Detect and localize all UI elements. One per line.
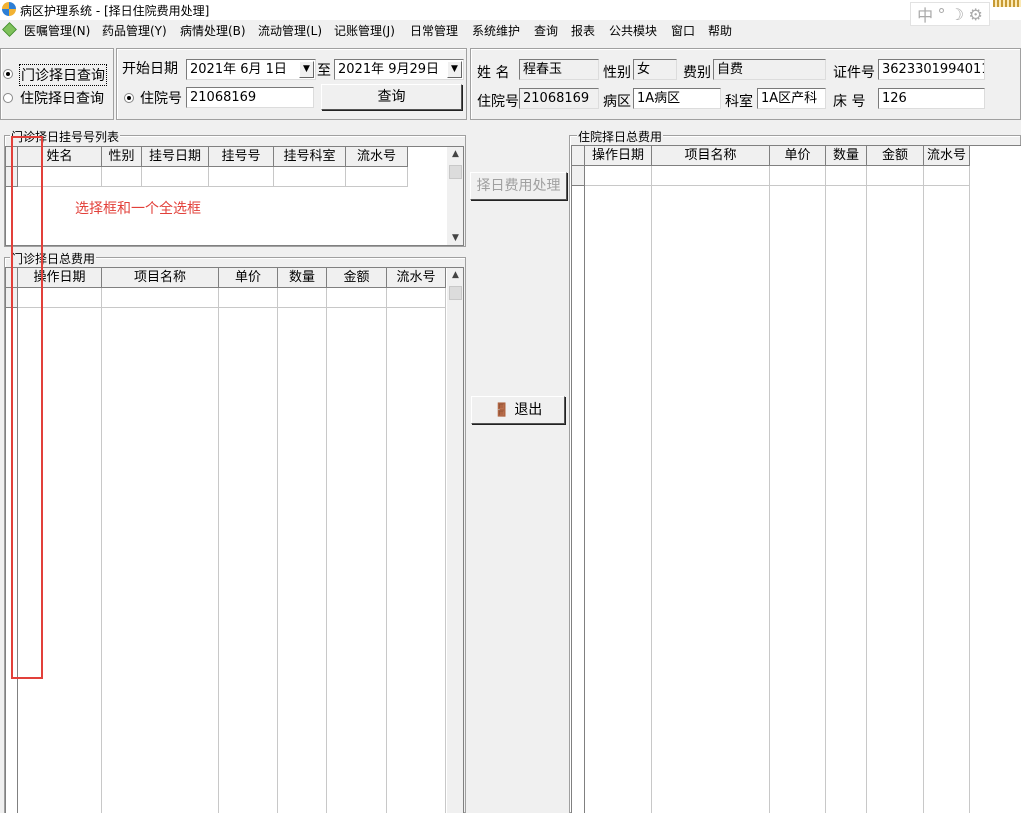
window-title: 病区护理系统 - [择日住院费用处理] (20, 4, 210, 18)
column-header-quantity[interactable]: 数量 (826, 146, 867, 166)
menu-daily[interactable]: 日常管理 (410, 22, 458, 39)
patient-admission-value: 21068169 (523, 91, 590, 106)
gender-value: 女 (637, 62, 651, 77)
dept-value: 1A区产科 (761, 91, 818, 106)
column-header-serial[interactable]: 流水号 (924, 146, 970, 166)
patient-name-field: 程春玉 (519, 59, 599, 80)
bed-label: 床 号 (833, 94, 866, 110)
column-header-amount[interactable]: 金额 (327, 268, 387, 288)
process-fees-button[interactable]: 择日费用处理 (470, 172, 567, 200)
annotation-highlight-box (11, 136, 43, 679)
inpatient-query-radio[interactable] (3, 93, 13, 103)
inpatient-fees-legend: 住院择日总费用 (577, 128, 664, 145)
outpatient-fees-scrollbar[interactable]: ▲ (447, 268, 463, 813)
patient-admission-label: 住院号 (477, 94, 519, 110)
ime-grip-handle[interactable] (993, 0, 1021, 7)
menu-report[interactable]: 报表 (571, 22, 595, 39)
column-header-item-name[interactable]: 项目名称 (102, 268, 219, 288)
end-date-picker[interactable]: 2021年 9月29日 (334, 59, 464, 80)
admission-no-value: 21068169 (190, 90, 257, 105)
menu-drugs[interactable]: 药品管理(Y) (102, 22, 167, 39)
outpatient-list-grid[interactable]: 姓名 性别 挂号日期 挂号号 挂号科室 流水号 ▲ ▼ (5, 146, 464, 246)
gender-label: 性别 (603, 65, 631, 81)
fee-type-label: 费别 (683, 65, 711, 81)
gender-field: 女 (633, 59, 677, 80)
bed-value: 126 (882, 91, 907, 106)
fee-type-field: 自费 (713, 59, 826, 80)
bed-field: 126 (878, 88, 985, 109)
menu-condition[interactable]: 病情处理(B) (180, 22, 246, 39)
ward-label: 病区 (603, 94, 631, 110)
end-date-value: 2021年 9月29日 (338, 62, 440, 77)
admission-no-input[interactable]: 21068169 (186, 87, 314, 108)
ward-value: 1A病区 (637, 91, 681, 106)
column-header-op-date[interactable]: 操作日期 (585, 146, 652, 166)
exit-door-icon: 🚪 (493, 403, 510, 418)
inpatient-fees-grid[interactable]: 操作日期 项目名称 单价 数量 金额 流水号 (571, 145, 1021, 813)
start-date-value: 2021年 6月 1日 (190, 62, 287, 77)
menu-query[interactable]: 查询 (534, 22, 558, 39)
column-header-reg-date[interactable]: 挂号日期 (142, 147, 209, 167)
scroll-up-icon[interactable]: ▲ (447, 149, 463, 159)
scroll-up-icon[interactable]: ▲ (447, 270, 463, 280)
scroll-down-icon[interactable]: ▼ (447, 233, 463, 243)
dept-label: 科室 (725, 94, 753, 110)
annotation-text: 选择框和一个全选框 (75, 201, 201, 217)
outpatient-list-scrollbar[interactable]: ▲ ▼ (447, 147, 463, 245)
ward-field: 1A病区 (633, 88, 721, 109)
outpatient-fees-grid[interactable]: 操作日期 项目名称 单价 数量 金额 流水号 ▲ (5, 267, 464, 813)
column-header-gender[interactable]: 性别 (102, 147, 142, 167)
inpatient-query-label[interactable]: 住院择日查询 (20, 88, 104, 108)
outpatient-query-label[interactable]: 门诊择日查询 (19, 64, 107, 86)
row-indicator[interactable] (572, 166, 585, 186)
admission-no-radio[interactable] (124, 93, 134, 103)
dept-field: 1A区产科 (757, 88, 826, 109)
outpatient-query-radio[interactable] (3, 69, 13, 79)
start-date-dropdown-icon[interactable]: ▼ (299, 61, 314, 78)
patient-name-label: 姓 名 (477, 65, 510, 81)
column-header-item-name[interactable]: 项目名称 (652, 146, 770, 166)
fee-type-value: 自费 (717, 62, 744, 77)
menu-help[interactable]: 帮助 (708, 22, 732, 39)
start-date-picker[interactable]: 2021年 6月 1日 (186, 59, 316, 80)
column-header-unit-price[interactable]: 单价 (219, 268, 278, 288)
exit-button[interactable]: 🚪 退出 (471, 396, 565, 424)
column-header-reg-dept[interactable]: 挂号科室 (274, 147, 346, 167)
column-header-unit-price[interactable]: 单价 (770, 146, 826, 166)
menu-flow[interactable]: 流动管理(L) (258, 22, 322, 39)
patient-name-value: 程春玉 (523, 62, 563, 77)
id-no-field: 3623301994011 (878, 59, 985, 80)
column-header-amount[interactable]: 金额 (867, 146, 924, 166)
start-date-label: 开始日期 (122, 61, 178, 77)
id-no-value: 3623301994011 (882, 62, 985, 77)
menu-public[interactable]: 公共模块 (609, 22, 657, 39)
scroll-thumb[interactable] (449, 286, 462, 300)
admission-no-label: 住院号 (140, 91, 182, 107)
column-header-reg-no[interactable]: 挂号号 (209, 147, 274, 167)
row-indicator-header (572, 146, 585, 166)
column-header-serial[interactable]: 流水号 (387, 268, 446, 288)
column-header-quantity[interactable]: 数量 (278, 268, 327, 288)
column-header-serial[interactable]: 流水号 (346, 147, 408, 167)
scroll-thumb[interactable] (449, 165, 462, 179)
app-logo-icon (2, 2, 16, 16)
to-label: 至 (317, 63, 331, 79)
id-no-label: 证件号 (833, 65, 875, 81)
end-date-dropdown-icon[interactable]: ▼ (447, 61, 462, 78)
menu-system[interactable]: 系统维护 (472, 22, 520, 39)
patient-admission-field: 21068169 (519, 88, 599, 109)
query-button[interactable]: 查询 (321, 84, 462, 110)
menu-billing[interactable]: 记账管理(J) (334, 22, 395, 39)
menu-window[interactable]: 窗口 (671, 22, 695, 39)
exit-button-label: 退出 (514, 402, 543, 418)
menu-orders[interactable]: 医嘱管理(N) (24, 22, 90, 39)
